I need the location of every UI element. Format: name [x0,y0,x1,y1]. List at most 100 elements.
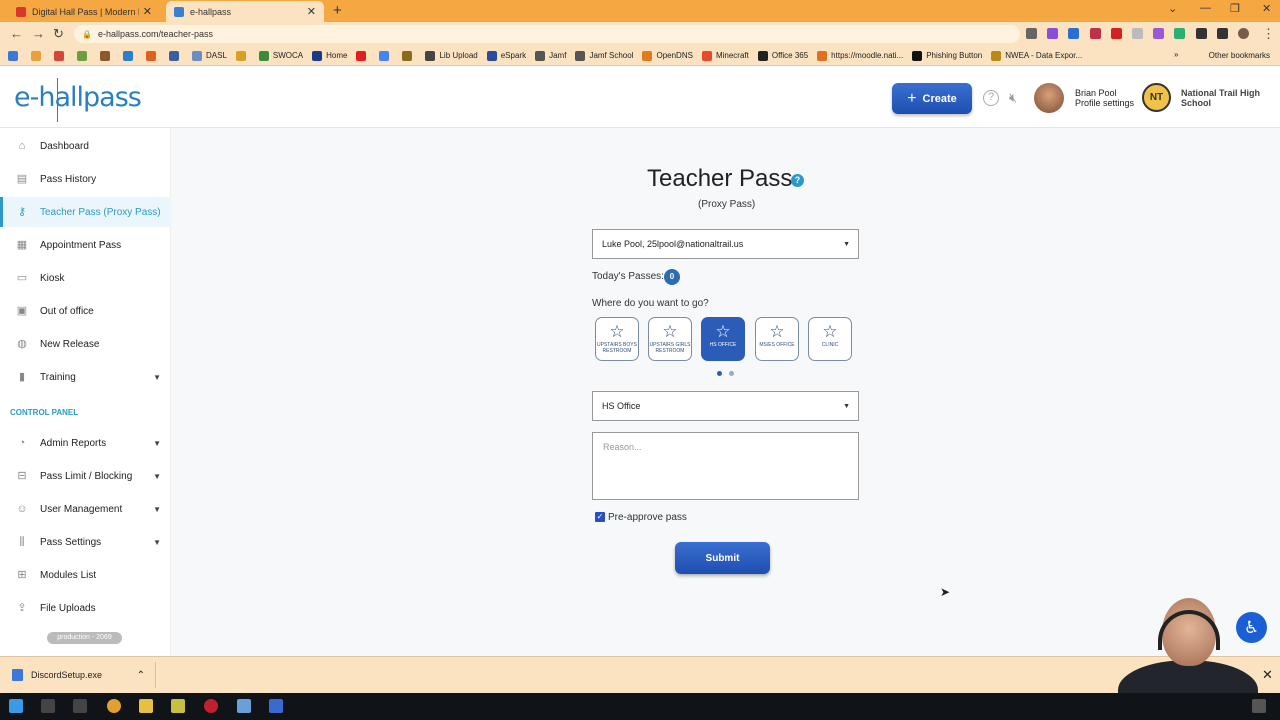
bookmark-item[interactable]: https://moodle.nati... [817,50,903,61]
app-icon[interactable] [269,699,283,713]
bookmark-item[interactable]: Lib Upload [425,50,478,61]
bookmark-item[interactable]: Minecraft [701,50,749,61]
sidebar-item-kiosk[interactable]: ▭ Kiosk [0,263,171,293]
sidebar-item-file-uploads[interactable]: ⇪ File Uploads [0,593,171,623]
student-select[interactable]: Luke Pool, 25lpool@nationaltrail.us ▼ [592,229,859,259]
bookmark-item[interactable]: Home [312,50,347,61]
close-tab-icon[interactable]: ✕ [143,5,152,18]
chevron-down-icon[interactable]: ⌄ [1168,2,1177,15]
destination-clinic[interactable]: ☆ CLINIC [808,317,852,361]
task-view-icon[interactable] [73,699,87,713]
reason-input[interactable] [592,432,859,500]
minimize-icon[interactable]: — [1200,2,1211,14]
profile-settings-link[interactable]: Profile settings [1075,98,1134,108]
app-icon[interactable] [204,699,218,713]
new-tab-button[interactable]: + [333,2,342,19]
avatar[interactable] [1034,83,1064,113]
kebab-menu-icon[interactable]: ⋮ [1262,26,1275,42]
extension-icon[interactable] [1068,28,1079,39]
extension-icon[interactable] [1090,28,1101,39]
bookmark-item[interactable] [8,50,22,61]
side-panel-icon[interactable] [1217,28,1228,39]
bookmark-item[interactable]: SWOCA [258,50,303,61]
sidebar-item-modules-list[interactable]: ⊞ Modules List [0,560,171,590]
bookmark-item[interactable] [54,50,68,61]
sidebar-item-admin-reports[interactable]: ◔ Admin Reports ▼ [0,428,171,458]
bookmark-item[interactable]: Office 365 [757,50,808,61]
sidebar-item-out-of-office[interactable]: ▣ Out of office [0,296,171,326]
bookmark-item[interactable] [31,50,45,61]
help-icon[interactable]: ? [983,90,999,106]
reload-icon[interactable]: ↻ [53,26,64,42]
bookmark-item[interactable] [402,50,416,61]
browser-tab-hallpass-info[interactable]: Digital Hall Pass | Modern Hallwa ✕ [8,1,160,22]
bookmark-item[interactable] [356,50,370,61]
bookmark-item[interactable] [77,50,91,61]
extension-icon[interactable] [1026,28,1037,39]
back-icon[interactable]: ← [10,26,23,41]
extension-icon[interactable] [1153,28,1164,39]
sidebar-item-pass-history[interactable]: ▤ Pass History [0,164,171,194]
extension-icon[interactable] [1132,28,1143,39]
sidebar-item-dashboard[interactable]: ⌂ Dashboard [0,131,171,161]
bookmark-item[interactable] [100,50,114,61]
destination-select[interactable]: HS Office ▼ [592,391,859,421]
bookmark-item[interactable] [146,50,160,61]
bookmark-item[interactable] [235,50,250,61]
destination-hs-office[interactable]: ☆ HS OFFICE [701,317,745,361]
chrome-icon[interactable] [107,699,121,713]
preapprove-checkbox[interactable]: ✓ [595,512,605,522]
destination-upstairs-girls-restroom[interactable]: ☆ UPSTAIRS GIRLS RESTROOM [648,317,692,361]
app-icon[interactable] [237,699,251,713]
carousel-dot[interactable] [717,371,722,376]
sidebar-item-pass-settings[interactable]: ⫼ Pass Settings ▼ [0,527,171,557]
sound-muted-icon[interactable]: 🔇︎ [1009,90,1017,106]
window-close-icon[interactable]: ✕ [1262,2,1271,15]
bookmark-item[interactable] [123,50,137,61]
close-tab-icon[interactable]: ✕ [307,5,316,18]
e-hallpass-logo[interactable]: e-hallpass [14,78,142,122]
star-icon: ☆ [769,322,785,341]
extensions-puzzle-icon[interactable] [1196,28,1207,39]
forward-icon[interactable]: → [32,26,45,41]
sidebar-item-user-management[interactable]: ☺ User Management ▼ [0,494,171,524]
destination-ms-es-office[interactable]: ☆ MS/ES OFFICE [755,317,799,361]
sidebar-item-pass-limit[interactable]: ⊟ Pass Limit / Blocking ▼ [0,461,171,491]
sidebar-item-appointment-pass[interactable]: ▦ Appointment Pass [0,230,171,260]
notification-icon[interactable] [1252,699,1266,713]
bookmark-item[interactable]: DASL [192,50,227,61]
sidebar-item-new-release[interactable]: ◍ New Release [0,329,171,359]
bookmark-item[interactable]: NWEA - Data Expor... [991,50,1082,61]
sidebar-item-training[interactable]: ▮ Training ▼ [0,362,171,392]
bookmark-favicon [817,50,828,61]
submit-button[interactable]: Submit [675,542,770,574]
profile-icon[interactable] [1238,28,1249,39]
extension-icon[interactable] [1174,28,1185,39]
windows-start-icon[interactable] [9,699,23,713]
bookmark-item[interactable]: Jamf [535,50,566,61]
bookmark-item[interactable]: Jamf School [575,50,633,61]
browser-tab-ehallpass[interactable]: e-hallpass ✕ [166,1,324,22]
bookmark-item[interactable] [169,50,183,61]
bookmark-item[interactable]: Phishing Button [912,50,982,61]
carousel-dot[interactable] [729,371,734,376]
bookmark-item[interactable]: eSpark [486,50,526,61]
user-menu[interactable]: Brian Pool Profile settings [1075,88,1134,108]
sidebar-item-teacher-pass[interactable]: ⚷ Teacher Pass (Proxy Pass) [0,197,171,227]
extension-icon[interactable] [1047,28,1058,39]
question-icon[interactable]: ? [791,174,804,187]
extension-icon[interactable] [1111,28,1122,39]
destination-upstairs-boys-restroom[interactable]: ☆ UPSTAIRS BOYS RESTROOM [595,317,639,361]
restore-icon[interactable]: ❐ [1230,2,1240,15]
search-icon[interactable] [41,699,55,713]
download-item[interactable]: DiscordSetup.exe ⌃ [8,662,156,688]
other-bookmarks[interactable]: Other bookmarks [1209,51,1270,60]
create-button[interactable]: + Create [892,83,972,114]
file-explorer-icon[interactable] [139,699,153,713]
app-icon[interactable] [171,699,185,713]
more-bookmarks-icon[interactable]: » [1174,50,1178,59]
chevron-up-icon[interactable]: ⌃ [137,670,145,681]
address-bar[interactable]: 🔒 e-hallpass.com/teacher-pass [74,25,1020,43]
bookmark-item[interactable]: OpenDNS [642,50,693,61]
bookmark-item[interactable] [379,50,393,61]
